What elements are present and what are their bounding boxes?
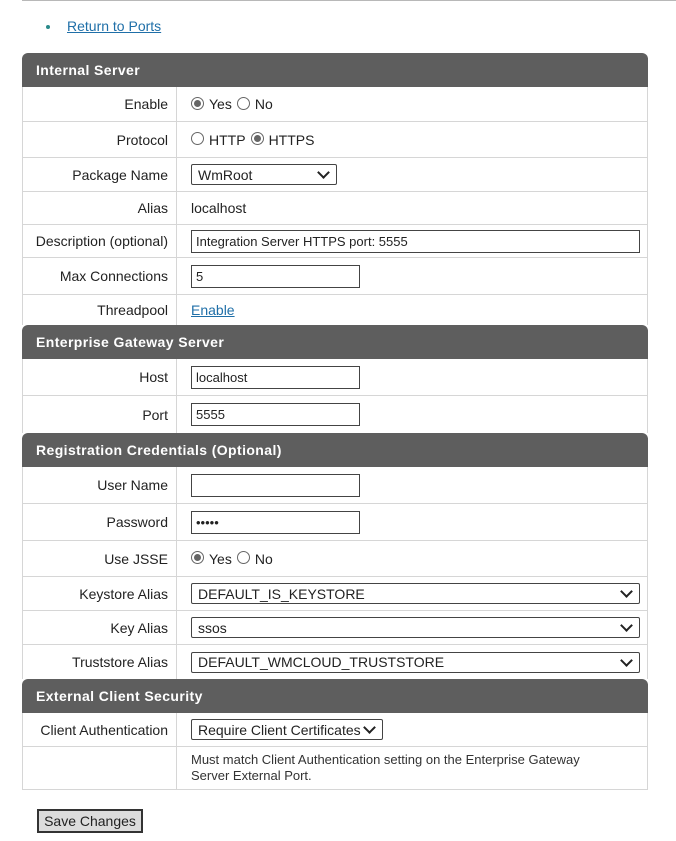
description-label: Description (optional) <box>23 225 177 257</box>
chevron-down-icon <box>363 721 376 734</box>
password-label: Password <box>23 504 177 540</box>
max-connections-row: Max Connections 5 <box>22 258 648 295</box>
port-input[interactable]: 5555 <box>191 403 360 426</box>
breadcrumb: Return to Ports <box>46 18 161 34</box>
description-input[interactable]: Integration Server HTTPS port: 5555 <box>191 229 640 253</box>
protocol-http-radio[interactable] <box>191 132 204 145</box>
gateway-header: Enterprise Gateway Server <box>22 325 648 359</box>
threadpool-enable-link[interactable]: Enable <box>191 302 235 318</box>
keystore-alias-row: Keystore Alias DEFAULT_IS_KEYSTORE <box>22 577 648 611</box>
client-auth-label: Client Authentication <box>23 713 177 746</box>
description-row: Description (optional) Integration Serve… <box>22 225 648 258</box>
chevron-down-icon <box>620 619 633 632</box>
chevron-down-icon <box>317 166 330 179</box>
protocol-https-label: HTTPS <box>268 131 315 148</box>
protocol-http-label: HTTP <box>209 131 246 148</box>
threadpool-row: Threadpool Enable <box>22 295 648 325</box>
jsse-yes-label: Yes <box>209 550 232 567</box>
jsse-no-label: No <box>254 550 273 567</box>
port-settings-form: Internal Server Enable Yes No Protocol H… <box>22 53 648 790</box>
port-label: Port <box>23 396 177 433</box>
package-name-row: Package Name WmRoot <box>22 158 648 192</box>
package-name-value: WmRoot <box>198 166 253 183</box>
port-row: Port 5555 <box>22 396 648 433</box>
keystore-alias-label: Keystore Alias <box>23 577 177 610</box>
password-value: ••••• <box>196 514 219 530</box>
jsse-yes-radio[interactable] <box>191 551 204 564</box>
chevron-down-icon <box>620 585 633 598</box>
truststore-alias-row: Truststore Alias DEFAULT_WMCLOUD_TRUSTST… <box>22 645 648 679</box>
external-security-header: External Client Security <box>22 679 648 713</box>
client-auth-note-row: Must match Client Authentication setting… <box>22 747 648 790</box>
empty-label-cell <box>23 747 177 789</box>
key-alias-row: Key Alias ssos <box>22 611 648 645</box>
password-input[interactable]: ••••• <box>191 510 360 534</box>
truststore-alias-select[interactable]: DEFAULT_WMCLOUD_TRUSTSTORE <box>191 651 640 673</box>
user-name-input[interactable] <box>191 473 360 497</box>
host-row: Host localhost <box>22 359 648 396</box>
protocol-row: Protocol HTTP HTTPS <box>22 122 648 158</box>
truststore-alias-value: DEFAULT_WMCLOUD_TRUSTSTORE <box>198 654 445 670</box>
key-alias-value: ssos <box>198 619 227 636</box>
enable-label: Enable <box>23 87 177 121</box>
use-jsse-label: Use JSSE <box>23 541 177 576</box>
host-value: localhost <box>196 369 248 385</box>
enable-yes-label: Yes <box>209 96 232 112</box>
port-value: 5555 <box>196 407 225 422</box>
threadpool-label: Threadpool <box>23 295 177 325</box>
bullet-icon <box>46 25 50 29</box>
max-connections-value: 5 <box>196 268 204 284</box>
enable-no-radio[interactable] <box>236 96 250 110</box>
keystore-alias-select[interactable]: DEFAULT_IS_KEYSTORE <box>191 583 640 604</box>
credentials-header: Registration Credentials (Optional) <box>22 433 648 467</box>
host-label: Host <box>23 359 177 395</box>
use-jsse-row: Use JSSE Yes No <box>22 541 648 577</box>
internal-server-header: Internal Server <box>22 53 648 87</box>
host-input[interactable]: localhost <box>191 365 360 389</box>
client-auth-note: Must match Client Authentication setting… <box>191 752 580 783</box>
save-changes-button[interactable]: Save Changes <box>37 809 143 833</box>
truststore-alias-label: Truststore Alias <box>23 645 177 679</box>
enable-row: Enable Yes No <box>22 87 648 122</box>
client-auth-select[interactable]: Require Client Certificates <box>191 719 383 740</box>
key-alias-select[interactable]: ssos <box>191 617 640 638</box>
description-input-value: Integration Server HTTPS port: 5555 <box>196 233 408 249</box>
alias-label: Alias <box>23 192 177 224</box>
jsse-no-radio[interactable] <box>236 551 250 564</box>
password-row: Password ••••• <box>22 504 648 541</box>
return-to-ports-link[interactable]: Return to Ports <box>67 18 161 34</box>
keystore-alias-value: DEFAULT_IS_KEYSTORE <box>198 585 365 602</box>
protocol-https-radio[interactable] <box>250 132 264 145</box>
client-auth-value: Require Client Certificates <box>198 721 361 738</box>
alias-row: Alias localhost <box>22 192 648 225</box>
alias-value: localhost <box>191 200 247 216</box>
chevron-down-icon <box>620 653 633 667</box>
client-auth-row: Client Authentication Require Client Cer… <box>22 713 648 747</box>
max-connections-label: Max Connections <box>23 258 177 294</box>
enable-no-label: No <box>254 96 273 112</box>
key-alias-label: Key Alias <box>23 611 177 644</box>
package-name-label: Package Name <box>23 158 177 191</box>
protocol-label: Protocol <box>23 122 177 157</box>
enable-yes-radio[interactable] <box>191 96 204 110</box>
user-name-row: User Name <box>22 467 648 504</box>
max-connections-input[interactable]: 5 <box>191 264 360 288</box>
top-divider <box>22 0 676 1</box>
user-name-label: User Name <box>23 467 177 503</box>
package-name-select[interactable]: WmRoot <box>191 164 337 185</box>
